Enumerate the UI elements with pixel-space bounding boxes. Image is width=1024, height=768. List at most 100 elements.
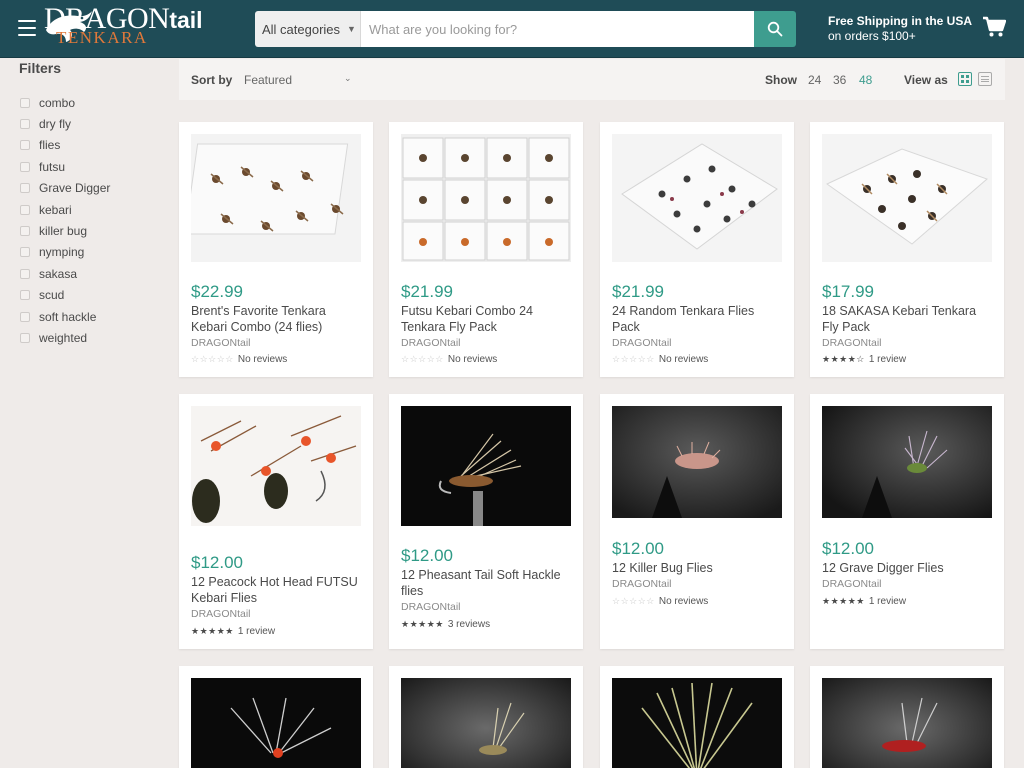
rating-stars: ☆☆☆☆☆ (401, 354, 444, 364)
filter-item[interactable]: sakasa (20, 263, 110, 284)
checkbox[interactable] (20, 268, 30, 279)
product-card[interactable]: $22.99 Brent's Favorite Tenkara Kebari C… (179, 122, 373, 377)
checkbox[interactable] (20, 97, 30, 108)
filter-item[interactable]: dry fly (20, 113, 110, 134)
grid-view-icon[interactable] (958, 72, 972, 86)
product-vendor: DRAGONtail (191, 337, 251, 349)
search-button[interactable] (754, 11, 796, 47)
search-bar: All categories ▼ (255, 11, 796, 47)
product-image[interactable] (822, 678, 992, 768)
checkbox[interactable] (20, 290, 30, 301)
product-image[interactable] (822, 406, 992, 518)
rating-stars: ★★★★☆ (822, 354, 865, 364)
rating-text: 1 review (868, 354, 907, 365)
checkbox[interactable] (20, 183, 30, 194)
filter-item[interactable]: soft hackle (20, 306, 110, 327)
product-card[interactable]: $12.00 12 Killer Bug Flies DRAGONtail ☆☆… (600, 394, 794, 649)
product-card[interactable]: $21.99 Futsu Kebari Combo 24 Tenkara Fly… (389, 122, 583, 377)
product-card[interactable] (810, 666, 1004, 768)
product-card[interactable] (600, 666, 794, 768)
product-image[interactable] (191, 406, 361, 526)
product-title[interactable]: 12 Killer Bug Flies (612, 560, 784, 576)
rating-stars: ☆☆☆☆☆ (612, 354, 655, 364)
product-card[interactable]: $12.00 12 Grave Digger Flies DRAGONtail … (810, 394, 1004, 649)
cart-icon[interactable] (982, 16, 1007, 43)
show-option-24[interactable]: 24 (808, 73, 821, 87)
product-price: $21.99 (612, 282, 664, 301)
search-input[interactable] (361, 11, 754, 47)
product-card[interactable] (179, 666, 373, 768)
filter-item[interactable]: combo (20, 92, 110, 113)
checkbox[interactable] (20, 332, 30, 343)
product-title[interactable]: 12 Peacock Hot Head FUTSU Kebari Flies (191, 574, 363, 606)
product-vendor: DRAGONtail (822, 337, 882, 349)
sort-select[interactable]: Featured ⌄ (244, 73, 354, 87)
filter-item[interactable]: weighted (20, 327, 110, 348)
product-title[interactable]: 12 Grave Digger Flies (822, 560, 994, 576)
show-option-48[interactable]: 48 (859, 73, 872, 87)
product-rating: ☆☆☆☆☆ No reviews (612, 354, 708, 365)
filter-label: soft hackle (39, 309, 97, 324)
product-image[interactable] (401, 134, 571, 262)
filter-list: combo dry fly flies futsu Grave Digger k… (20, 92, 110, 349)
product-vendor: DRAGONtail (191, 608, 251, 620)
checkbox[interactable] (20, 204, 30, 215)
rating-text: 1 review (237, 626, 276, 637)
product-card[interactable]: $17.99 18 SAKASA Kebari Tenkara Fly Pack… (810, 122, 1004, 377)
show-option-36[interactable]: 36 (833, 73, 846, 87)
product-title[interactable]: 12 Pheasant Tail Soft Hackle flies (401, 567, 573, 599)
product-image[interactable] (191, 134, 361, 262)
product-card[interactable]: $21.99 24 Random Tenkara Flies Pack DRAG… (600, 122, 794, 377)
rating-text: 1 review (868, 596, 907, 607)
product-image[interactable] (191, 678, 361, 768)
list-view-icon[interactable] (978, 72, 992, 86)
product-image[interactable] (612, 406, 782, 518)
filter-item[interactable]: nymping (20, 242, 110, 263)
product-vendor: DRAGONtail (401, 337, 461, 349)
rating-stars: ☆☆☆☆☆ (191, 354, 234, 364)
product-card[interactable]: $12.00 12 Peacock Hot Head FUTSU Kebari … (179, 394, 373, 649)
search-icon (767, 21, 783, 37)
product-title[interactable]: Futsu Kebari Combo 24 Tenkara Fly Pack (401, 303, 573, 335)
product-image[interactable] (401, 406, 571, 526)
product-image[interactable] (612, 134, 782, 262)
rating-text: 3 reviews (447, 619, 491, 630)
show-label: Show (765, 73, 797, 87)
menu-icon[interactable] (18, 20, 36, 36)
product-price: $22.99 (191, 282, 243, 301)
filter-item[interactable]: kebari (20, 199, 110, 220)
filter-label: futsu (39, 159, 66, 174)
shipping-line-1: Free Shipping in the USA (828, 14, 973, 28)
product-title[interactable]: 24 Random Tenkara Flies Pack (612, 303, 784, 335)
checkbox[interactable] (20, 311, 30, 322)
product-title[interactable]: Brent's Favorite Tenkara Kebari Combo (2… (191, 303, 363, 335)
product-vendor: DRAGONtail (822, 578, 882, 590)
filter-item[interactable]: futsu (20, 156, 110, 177)
filter-item[interactable]: killer bug (20, 220, 110, 241)
product-title[interactable]: 18 SAKASA Kebari Tenkara Fly Pack (822, 303, 994, 335)
product-card[interactable] (389, 666, 583, 768)
product-price: $12.00 (191, 553, 243, 572)
product-rating: ★★★★★ 1 review (822, 596, 906, 607)
checkbox[interactable] (20, 140, 30, 151)
checkbox[interactable] (20, 226, 30, 237)
product-image[interactable] (822, 134, 992, 262)
product-vendor: DRAGONtail (612, 578, 672, 590)
checkbox[interactable] (20, 119, 30, 130)
category-select[interactable]: All categories ▼ (255, 11, 361, 47)
product-image[interactable] (612, 678, 782, 768)
product-image[interactable] (401, 678, 571, 768)
filter-item[interactable]: Grave Digger (20, 178, 110, 199)
filter-item[interactable]: flies (20, 135, 110, 156)
checkbox[interactable] (20, 161, 30, 172)
checkbox[interactable] (20, 247, 30, 258)
filter-item[interactable]: scud (20, 285, 110, 306)
filter-label: sakasa (39, 266, 78, 281)
product-card[interactable]: $12.00 12 Pheasant Tail Soft Hackle flie… (389, 394, 583, 649)
product-rating: ☆☆☆☆☆ No reviews (191, 354, 287, 365)
product-price: $12.00 (612, 539, 664, 558)
rating-text: No reviews (237, 354, 288, 365)
site-header: DRAGONtail TENKARA All categories ▼ Free… (0, 0, 1024, 58)
sort-value: Featured (244, 73, 293, 87)
product-vendor: DRAGONtail (401, 601, 461, 613)
